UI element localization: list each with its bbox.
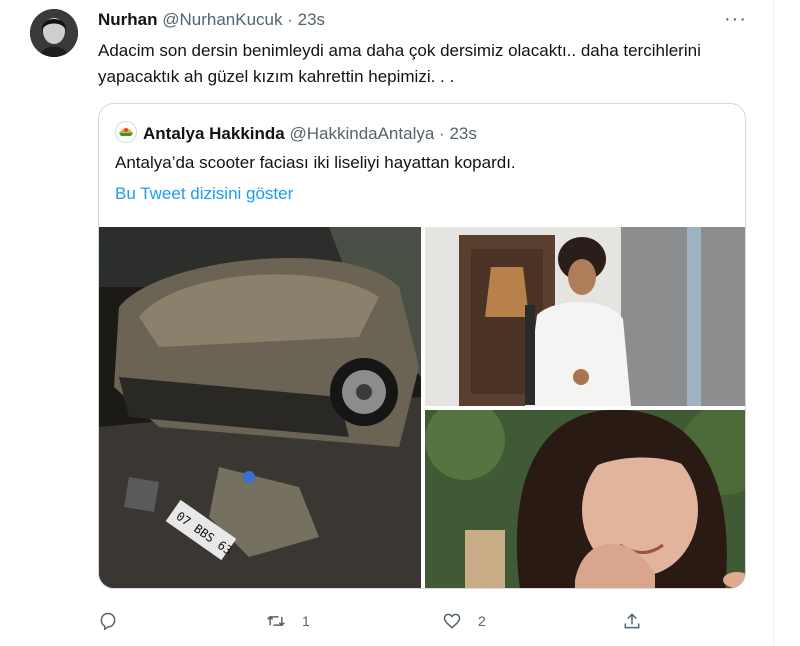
- reply-icon: [100, 612, 116, 631]
- heart-icon: [443, 613, 461, 629]
- quoted-author-avatar[interactable]: [115, 121, 137, 143]
- girl-photo[interactable]: [425, 410, 745, 588]
- share-icon: [624, 613, 640, 629]
- author-avatar[interactable]: [30, 9, 78, 57]
- header-separator: ·: [287, 10, 293, 29]
- media-grid: 07 BBS 63: [99, 227, 745, 588]
- quoted-tweet-time[interactable]: 23s: [449, 124, 476, 143]
- share-button[interactable]: [622, 608, 642, 634]
- quoted-tweet-header: Antalya Hakkinda @HakkindaAntalya · 23s: [115, 121, 477, 144]
- quoted-author-name[interactable]: Antalya Hakkinda: [143, 124, 285, 143]
- like-button[interactable]: 2: [442, 608, 486, 634]
- retweet-count: 1: [302, 613, 310, 629]
- tweet-header: Nurhan @NurhanKucuk · 23s: [98, 10, 325, 30]
- like-count: 2: [478, 613, 486, 629]
- quoted-author-handle[interactable]: @HakkindaAntalya: [289, 124, 434, 143]
- retweet-icon: [267, 615, 285, 627]
- quoted-header-separator: ·: [439, 124, 445, 143]
- quoted-tweet-text: Antalya’da scooter faciası iki liseliyi …: [115, 153, 516, 172]
- tweet-text: Adacim son dersin benimleydi ama daha ço…: [98, 41, 701, 86]
- boy-photo[interactable]: [425, 227, 745, 406]
- show-thread-link[interactable]: Bu Tweet dizisini göster: [115, 184, 293, 204]
- crashed-car-photo[interactable]: 07 BBS 63: [99, 227, 421, 588]
- retweet-button[interactable]: 1: [266, 608, 310, 634]
- tweet-actions: 1 2: [98, 608, 658, 634]
- author-name[interactable]: Nurhan: [98, 10, 158, 29]
- reply-button[interactable]: [98, 608, 118, 634]
- tweet-time[interactable]: 23s: [298, 10, 325, 29]
- timeline-divider: [773, 0, 774, 646]
- more-options-icon[interactable]: ···: [724, 8, 747, 31]
- quoted-tweet[interactable]: Antalya Hakkinda @HakkindaAntalya · 23s …: [98, 103, 746, 589]
- author-handle[interactable]: @NurhanKucuk: [162, 10, 282, 29]
